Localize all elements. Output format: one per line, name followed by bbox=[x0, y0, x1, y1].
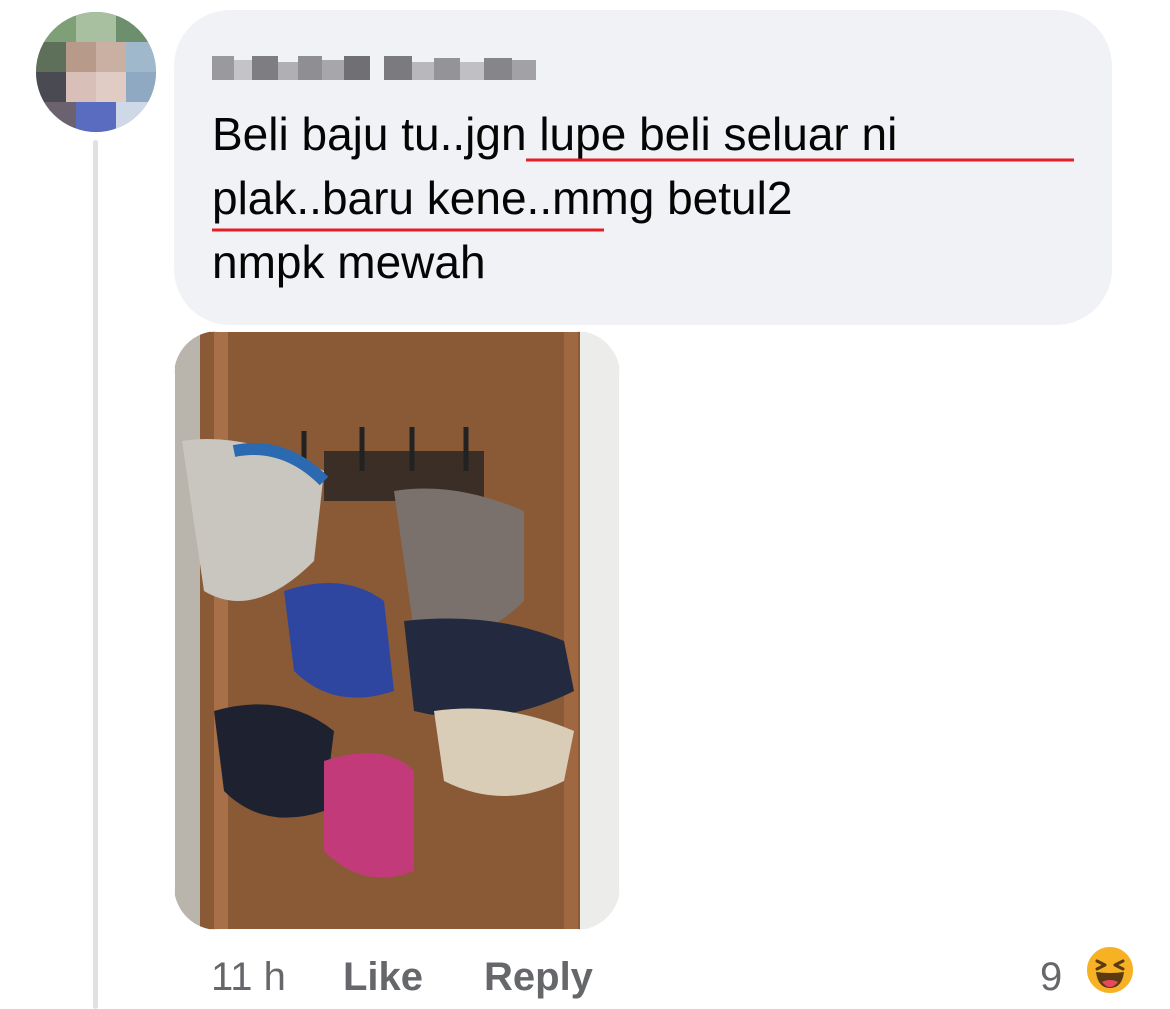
underwear-on-hangers-photo bbox=[174, 331, 620, 930]
avatar[interactable] bbox=[36, 12, 156, 132]
spellcheck-underlines bbox=[212, 158, 1074, 232]
like-button[interactable]: Like bbox=[343, 947, 423, 1007]
pixelated-avatar-image bbox=[36, 12, 156, 132]
comment-photo[interactable] bbox=[174, 331, 620, 930]
comment-bubble: Beli baju tu..jgn lupe beli seluar ni pl… bbox=[174, 10, 1112, 325]
comment-timestamp[interactable]: 11 h bbox=[211, 947, 286, 1007]
reply-button[interactable]: Reply bbox=[484, 947, 593, 1007]
haha-emoji-icon[interactable] bbox=[1084, 944, 1136, 996]
haha-emoji-graphic bbox=[1085, 945, 1135, 995]
reaction-count[interactable]: 9 bbox=[1040, 947, 1062, 1007]
thread-line bbox=[93, 140, 98, 1009]
